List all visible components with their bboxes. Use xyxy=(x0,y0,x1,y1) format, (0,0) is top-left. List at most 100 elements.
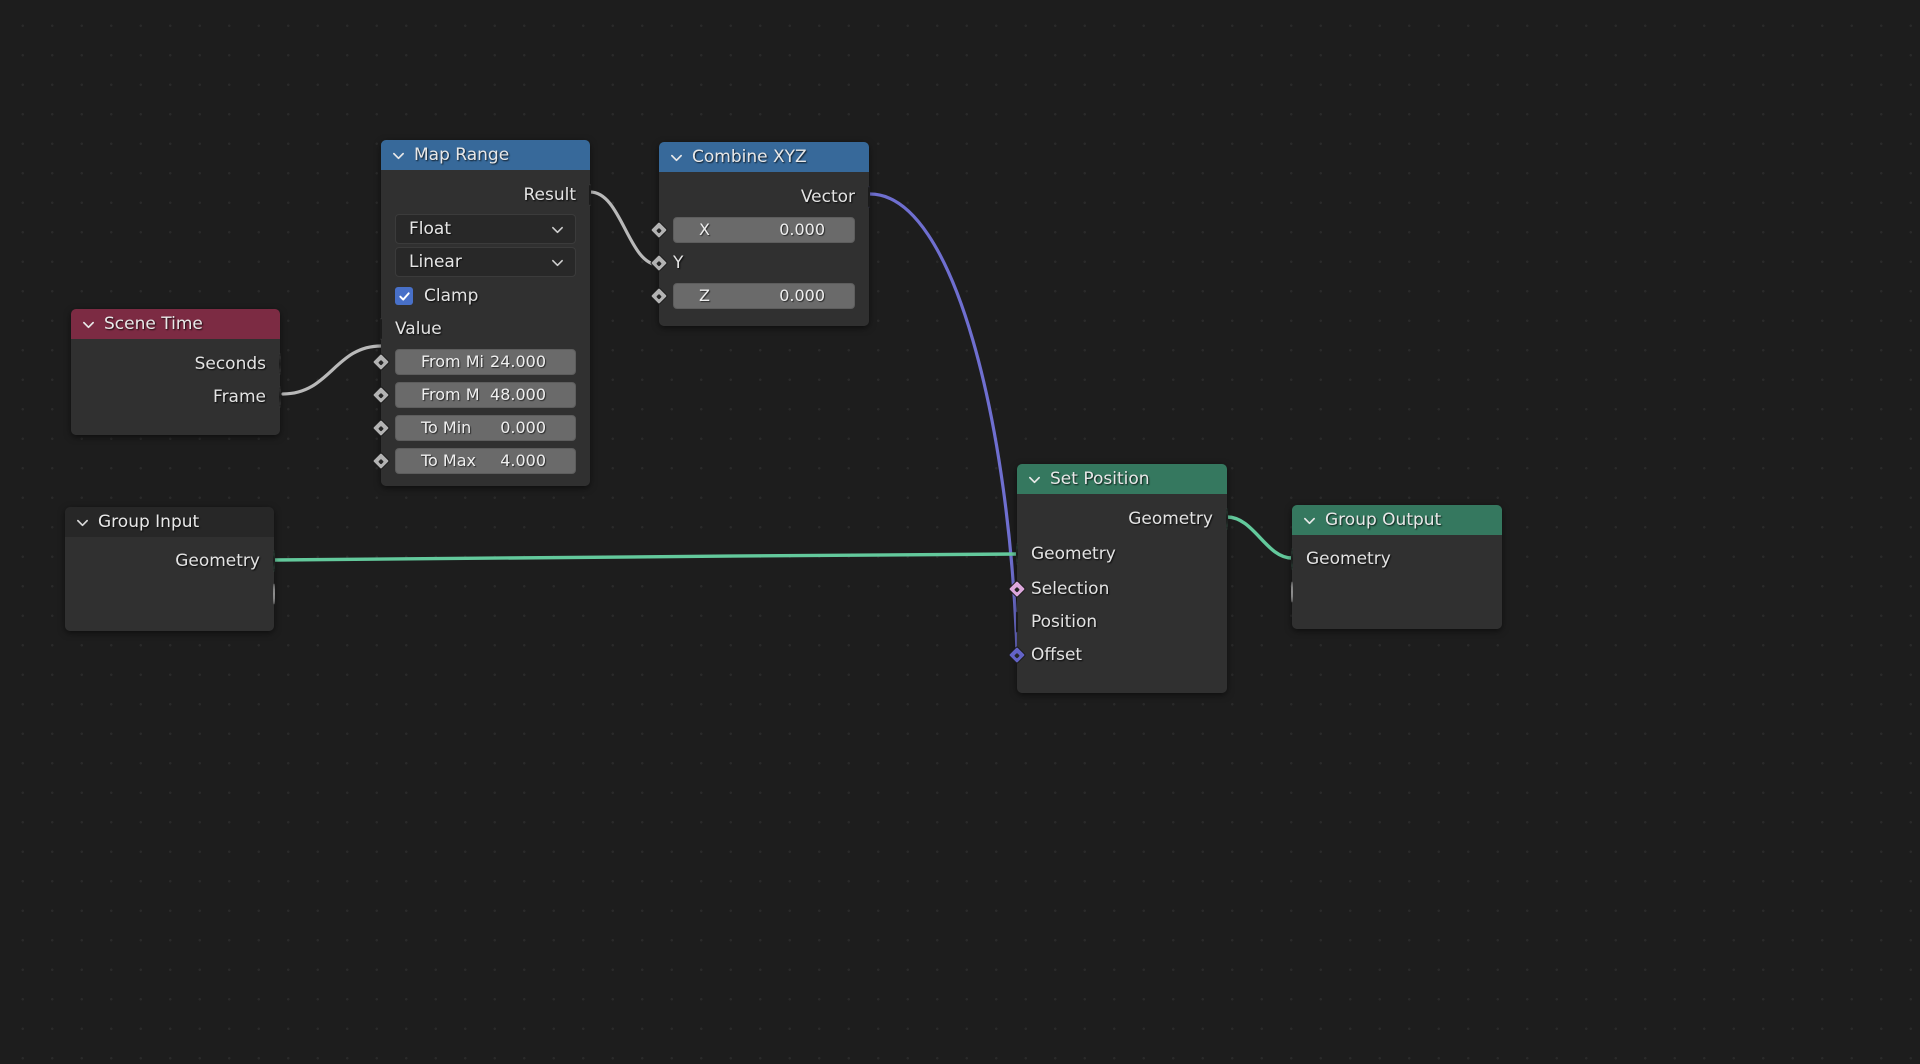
dropdown-interpolation-value: Linear xyxy=(409,252,462,272)
socket-row-geometry-in: Geometry xyxy=(1016,535,1227,572)
node-group-output-title: Group Output xyxy=(1325,510,1442,530)
chevron-down-icon xyxy=(551,223,564,236)
chevron-down-icon xyxy=(551,256,564,269)
output-socket-result[interactable] xyxy=(589,184,591,205)
dropdown-data-type[interactable]: Float xyxy=(395,214,576,244)
chevron-down-icon[interactable] xyxy=(76,516,89,529)
node-links-layer xyxy=(272,190,1294,655)
chevron-down-icon[interactable] xyxy=(670,151,683,164)
checkbox-row-clamp[interactable]: Clamp xyxy=(381,280,590,312)
input-socket-y[interactable] xyxy=(649,253,669,272)
input-socket-offset[interactable] xyxy=(1007,645,1027,664)
input-socket-value[interactable] xyxy=(380,318,382,339)
chevron-down-icon[interactable] xyxy=(1303,514,1316,527)
output-label-seconds: Seconds xyxy=(194,353,266,374)
node-group-input-body: Geometry xyxy=(65,537,275,631)
field-x-value: 0.000 xyxy=(779,220,825,239)
socket-row-offset: Offset xyxy=(1007,638,1227,671)
node-set-position-header[interactable]: Set Position xyxy=(1017,464,1227,494)
field-z[interactable]: Z 0.000 xyxy=(673,282,855,309)
output-label-vector: Vector xyxy=(800,186,855,207)
node-set-position[interactable]: Set Position Geometry Geometry Selection… xyxy=(1007,464,1228,693)
field-to-min-value: 0.000 xyxy=(500,418,546,437)
output-socket-geometry[interactable] xyxy=(1226,508,1228,529)
socket-row-virtual-out xyxy=(65,577,275,610)
field-from-max-label: From M xyxy=(421,385,480,404)
field-z-label: Z xyxy=(699,286,710,305)
node-scene-time-title: Scene Time xyxy=(104,314,203,334)
link-maprange-combinexyz xyxy=(588,190,661,267)
output-label-result: Result xyxy=(523,184,576,205)
field-x[interactable]: X 0.000 xyxy=(673,216,855,243)
field-from-max-value: 48.000 xyxy=(490,385,546,404)
input-socket-geometry[interactable] xyxy=(1016,543,1018,564)
input-label-value: Value xyxy=(395,318,442,339)
socket-row-vector: Vector xyxy=(659,180,870,213)
chevron-down-icon[interactable] xyxy=(82,318,95,331)
input-socket-position[interactable] xyxy=(1016,611,1018,632)
input-socket-z[interactable] xyxy=(649,286,669,305)
node-map-range-header[interactable]: Map Range xyxy=(381,140,590,170)
input-socket-from-max[interactable] xyxy=(371,385,391,404)
field-row-from-max: From M 48.000 xyxy=(371,378,590,411)
link-setposition-groupoutput xyxy=(1225,515,1294,560)
link-combinexyz-setposition xyxy=(868,192,1019,655)
output-label-geometry: Geometry xyxy=(1128,508,1213,529)
link-scenetime-maprange xyxy=(281,344,383,396)
input-socket-virtual[interactable] xyxy=(1291,581,1293,602)
socket-row-position: Position xyxy=(1016,605,1227,638)
output-socket-seconds[interactable] xyxy=(279,353,281,374)
input-socket-to-min[interactable] xyxy=(371,418,391,437)
node-group-input-header[interactable]: Group Input xyxy=(65,507,274,537)
node-map-range[interactable]: Map Range Result Float Linear Clamp Valu… xyxy=(371,140,591,486)
node-map-range-title: Map Range xyxy=(414,145,510,165)
node-scene-time-header[interactable]: Scene Time xyxy=(71,309,280,339)
chevron-down-icon[interactable] xyxy=(1028,473,1041,486)
dropdown-data-type-value: Float xyxy=(409,219,451,239)
chevron-down-icon[interactable] xyxy=(392,149,405,162)
node-group-output-header[interactable]: Group Output xyxy=(1292,505,1502,535)
input-socket-to-max[interactable] xyxy=(371,451,391,470)
node-combine-xyz[interactable]: Combine XYZ Vector X 0.000 Y Z 0.000 xyxy=(649,142,870,326)
socket-row-geometry-in: Geometry xyxy=(1291,542,1502,575)
field-z-value: 0.000 xyxy=(779,286,825,305)
node-group-input-title: Group Input xyxy=(98,512,200,532)
output-socket-frame[interactable] xyxy=(279,386,281,407)
output-socket-virtual[interactable] xyxy=(273,583,275,604)
output-label-frame: Frame xyxy=(213,386,266,407)
field-from-min-value: 24.000 xyxy=(490,352,546,371)
node-combine-xyz-header[interactable]: Combine XYZ xyxy=(659,142,869,172)
field-row-from-min: From Mi 24.000 xyxy=(371,345,590,378)
input-label-geometry: Geometry xyxy=(1031,543,1116,564)
node-scene-time-body: Seconds Frame xyxy=(71,339,281,435)
input-socket-selection[interactable] xyxy=(1007,579,1027,598)
node-combine-xyz-body: Vector X 0.000 Y Z 0.000 xyxy=(649,172,870,326)
field-from-min[interactable]: From Mi 24.000 xyxy=(395,348,576,375)
field-from-max[interactable]: From M 48.000 xyxy=(395,381,576,408)
output-socket-vector[interactable] xyxy=(868,186,870,207)
input-socket-from-min[interactable] xyxy=(371,352,391,371)
socket-row-selection: Selection xyxy=(1007,572,1227,605)
socket-row-seconds: Seconds xyxy=(71,347,281,380)
input-label-selection: Selection xyxy=(1031,578,1110,599)
node-group-output-body: Geometry xyxy=(1291,535,1502,629)
input-label-geometry: Geometry xyxy=(1306,548,1391,569)
input-socket-x[interactable] xyxy=(649,220,669,239)
node-group-input[interactable]: Group Input Geometry xyxy=(65,507,275,631)
node-editor-canvas[interactable]: Scene Time Seconds Frame Map Range Resul… xyxy=(0,0,1920,1064)
field-to-max-value: 4.000 xyxy=(500,451,546,470)
field-to-min-label: To Min xyxy=(421,418,472,437)
field-row-x: X 0.000 xyxy=(649,213,869,246)
input-socket-geometry[interactable] xyxy=(1291,548,1293,569)
checkbox-clamp[interactable] xyxy=(395,287,413,305)
field-to-max[interactable]: To Max 4.000 xyxy=(395,447,576,474)
dropdown-interpolation[interactable]: Linear xyxy=(395,247,576,277)
socket-row-geometry-out: Geometry xyxy=(1017,502,1228,535)
output-socket-geometry[interactable] xyxy=(273,550,275,571)
node-set-position-title: Set Position xyxy=(1050,469,1150,489)
field-to-min[interactable]: To Min 0.000 xyxy=(395,414,576,441)
input-label-position: Position xyxy=(1031,611,1098,632)
node-scene-time[interactable]: Scene Time Seconds Frame xyxy=(71,309,281,435)
field-to-max-label: To Max xyxy=(421,451,477,470)
node-group-output[interactable]: Group Output Geometry xyxy=(1291,505,1502,629)
